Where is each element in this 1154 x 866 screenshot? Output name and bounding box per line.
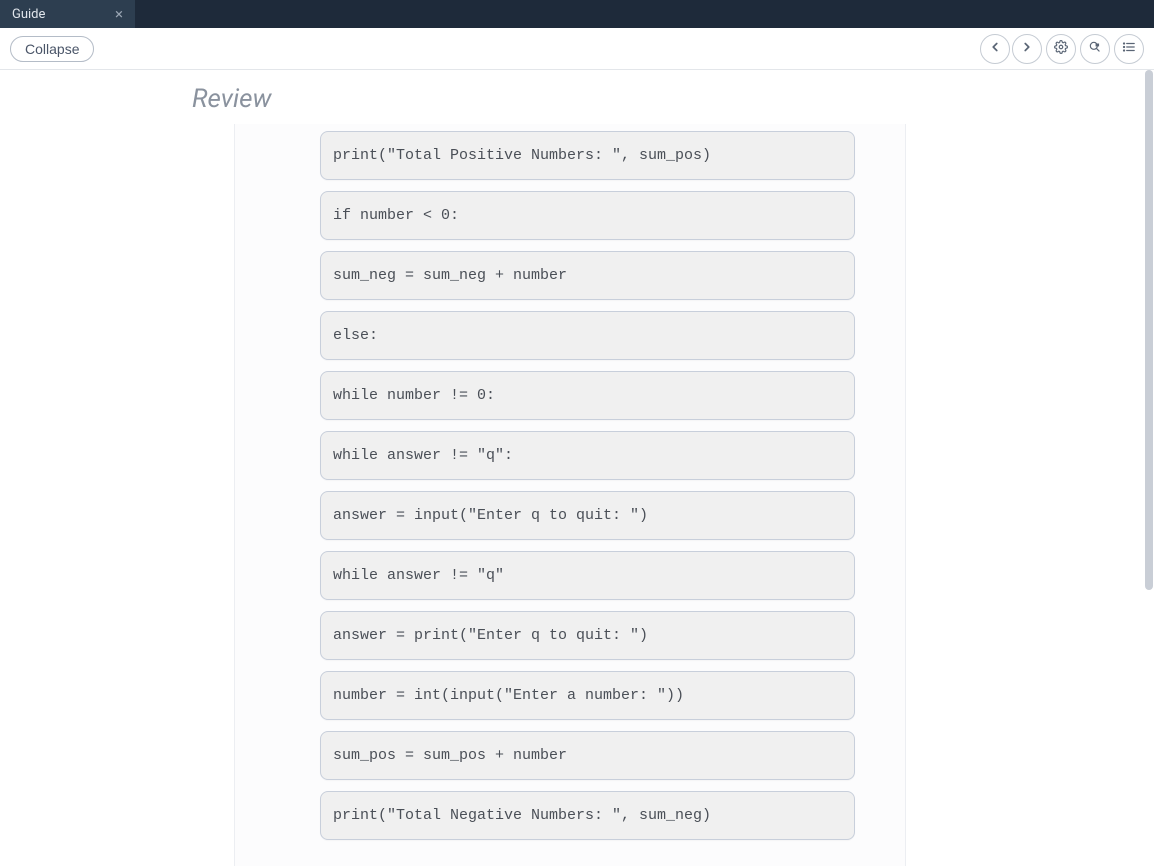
code-block[interactable]: sum_neg = sum_neg + number bbox=[320, 251, 855, 300]
code-block[interactable]: answer = print("Enter q to quit: ") bbox=[320, 611, 855, 660]
settings-button[interactable] bbox=[1046, 34, 1076, 64]
nav-buttons bbox=[980, 34, 1042, 64]
code-block[interactable]: while number != 0: bbox=[320, 371, 855, 420]
code-block[interactable]: sum_pos = sum_pos + number bbox=[320, 731, 855, 780]
code-blocks-container: print("Total Positive Numbers: ", sum_po… bbox=[235, 124, 905, 840]
toolbar: Collapse bbox=[0, 28, 1154, 70]
tab-bar: Guide × bbox=[0, 0, 1154, 28]
close-icon[interactable]: × bbox=[113, 7, 125, 22]
gear-icon bbox=[1054, 40, 1068, 57]
code-block[interactable]: while answer != "q" bbox=[320, 551, 855, 600]
code-block[interactable]: print("Total Positive Numbers: ", sum_po… bbox=[320, 131, 855, 180]
content-panel: print("Total Positive Numbers: ", sum_po… bbox=[234, 124, 906, 866]
chevron-left-icon bbox=[988, 40, 1002, 57]
collapse-button[interactable]: Collapse bbox=[10, 36, 94, 62]
scrollbar-track[interactable] bbox=[1144, 70, 1154, 860]
code-block[interactable]: else: bbox=[320, 311, 855, 360]
tab-guide[interactable]: Guide × bbox=[0, 0, 135, 28]
code-block[interactable]: while answer != "q": bbox=[320, 431, 855, 480]
chevron-right-icon bbox=[1020, 40, 1034, 57]
heading-area: Review bbox=[0, 70, 1154, 114]
page-heading: Review bbox=[192, 84, 1154, 114]
scrollbar-thumb[interactable] bbox=[1145, 70, 1153, 590]
toolbar-actions bbox=[980, 34, 1144, 64]
search-flag-icon bbox=[1088, 40, 1102, 57]
list-icon bbox=[1122, 40, 1136, 57]
search-button[interactable] bbox=[1080, 34, 1110, 64]
code-block[interactable]: print("Total Negative Numbers: ", sum_ne… bbox=[320, 791, 855, 840]
prev-button[interactable] bbox=[980, 34, 1010, 64]
next-button[interactable] bbox=[1012, 34, 1042, 64]
code-block[interactable]: answer = input("Enter q to quit: ") bbox=[320, 491, 855, 540]
code-block[interactable]: number = int(input("Enter a number: ")) bbox=[320, 671, 855, 720]
code-block[interactable]: if number < 0: bbox=[320, 191, 855, 240]
list-button[interactable] bbox=[1114, 34, 1144, 64]
tab-title: Guide bbox=[12, 7, 45, 22]
